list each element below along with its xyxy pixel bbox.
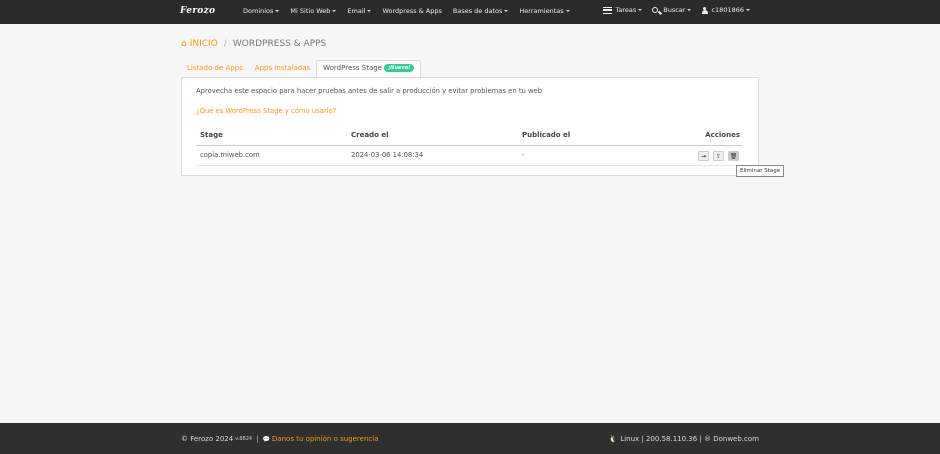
- tasks-menu[interactable]: Tareas: [603, 6, 643, 14]
- table-row: copia.miweb.com 2024-03-06 14:08:34 - ⇥ …: [196, 148, 742, 166]
- wordpress-stage-panel: Aprovecha este espacio para hacer prueba…: [181, 77, 759, 176]
- column-published: Publicado el: [522, 131, 571, 139]
- main-menu: Dominios Mi Sitio Web Email Wordpress & …: [243, 7, 581, 15]
- menu-herramientas[interactable]: Herramientas: [519, 7, 570, 15]
- menu-wordpress-apps[interactable]: Wordpress & Apps: [382, 7, 441, 15]
- chat-icon: 💬: [262, 435, 270, 443]
- published-date: -: [522, 151, 525, 159]
- breadcrumb-home[interactable]: INICIO: [190, 39, 218, 49]
- breadcrumb: ⌂ INICIO / WORDPRESS & APPS: [181, 39, 326, 49]
- login-icon: ⇥: [700, 152, 707, 160]
- tab-wordpress-stage[interactable]: WordPress Stage ¡Nuevo!: [316, 60, 422, 77]
- footer-copyright: © Ferozo 2024: [181, 435, 234, 443]
- account-menu[interactable]: c1801866: [701, 6, 750, 14]
- menu-bases-de-datos[interactable]: Bases de datos: [453, 7, 509, 15]
- home-icon[interactable]: ⌂: [181, 39, 187, 49]
- footer-version: v.8824: [235, 436, 253, 442]
- user-icon: [701, 6, 708, 14]
- server-info: Linux | 200.58.110.36 | ® Donweb.com: [620, 435, 759, 443]
- tasks-icon: [603, 6, 613, 14]
- top-navbar: Ferozo Dominios Mi Sitio Web Email Wordp…: [0, 0, 940, 24]
- new-badge: ¡Nuevo!: [384, 64, 415, 72]
- stage-domain: copia.miweb.com: [200, 151, 260, 159]
- caret-down-icon: [687, 9, 692, 11]
- footer-separator: |: [256, 435, 259, 443]
- apps-tabs: Listado de Apps Apps Instaladas WordPres…: [181, 60, 422, 77]
- created-date: 2024-03-06 14:08:34: [351, 151, 424, 159]
- tab-apps-instaladas[interactable]: Apps Instaladas: [249, 60, 316, 77]
- caret-down-icon: [504, 10, 509, 12]
- stage-help-link[interactable]: ¿Qué es WordPress Stage y cómo usarlo?: [196, 107, 336, 115]
- column-stage: Stage: [200, 131, 223, 139]
- stage-description: Aprovecha este espacio para hacer prueba…: [196, 87, 543, 95]
- footer-right: 🐧 Linux | 200.58.110.36 | ® Donweb.com: [609, 435, 759, 443]
- linux-icon: 🐧: [608, 435, 618, 443]
- user-menu-area: Tareas Buscar c1801866: [593, 6, 750, 14]
- delete-stage-button[interactable]: 🗑: [728, 151, 739, 161]
- column-actions: Acciones: [705, 131, 740, 139]
- breadcrumb-current: WORDPRESS & APPS: [232, 39, 327, 49]
- footer-left: © Ferozo 2024 v.8824 | 💬 Danos tu opinió…: [181, 435, 379, 443]
- caret-down-icon: [367, 10, 372, 12]
- menu-dominios[interactable]: Dominios: [243, 7, 280, 15]
- caret-down-icon: [746, 9, 750, 11]
- caret-down-icon: [275, 10, 280, 12]
- brand-logo[interactable]: Ferozo: [180, 6, 215, 16]
- menu-mi-sitio-web[interactable]: Mi Sitio Web: [290, 7, 337, 15]
- footer: © Ferozo 2024 v.8824 | 💬 Danos tu opinió…: [0, 423, 940, 454]
- table-header: Stage Creado el Publicado el Acciones: [196, 130, 742, 146]
- caret-down-icon: [332, 10, 337, 12]
- delete-stage-tooltip: Eliminar Stage: [736, 165, 785, 177]
- menu-email[interactable]: Email: [347, 7, 372, 15]
- feedback-link[interactable]: Danos tu opinión o sugerencia: [272, 435, 379, 443]
- search-icon: [652, 7, 659, 13]
- publish-stage-button[interactable]: ⇪: [713, 151, 724, 161]
- caret-down-icon: [638, 9, 643, 11]
- search-menu[interactable]: Buscar: [652, 6, 692, 14]
- breadcrumb-separator: /: [223, 39, 227, 49]
- column-created: Creado el: [351, 131, 389, 139]
- login-stage-button[interactable]: ⇥: [698, 151, 709, 161]
- upload-icon: ⇪: [715, 152, 722, 160]
- caret-down-icon: [565, 10, 570, 12]
- trash-icon: 🗑: [729, 152, 738, 160]
- tab-listado-de-apps[interactable]: Listado de Apps: [181, 60, 249, 77]
